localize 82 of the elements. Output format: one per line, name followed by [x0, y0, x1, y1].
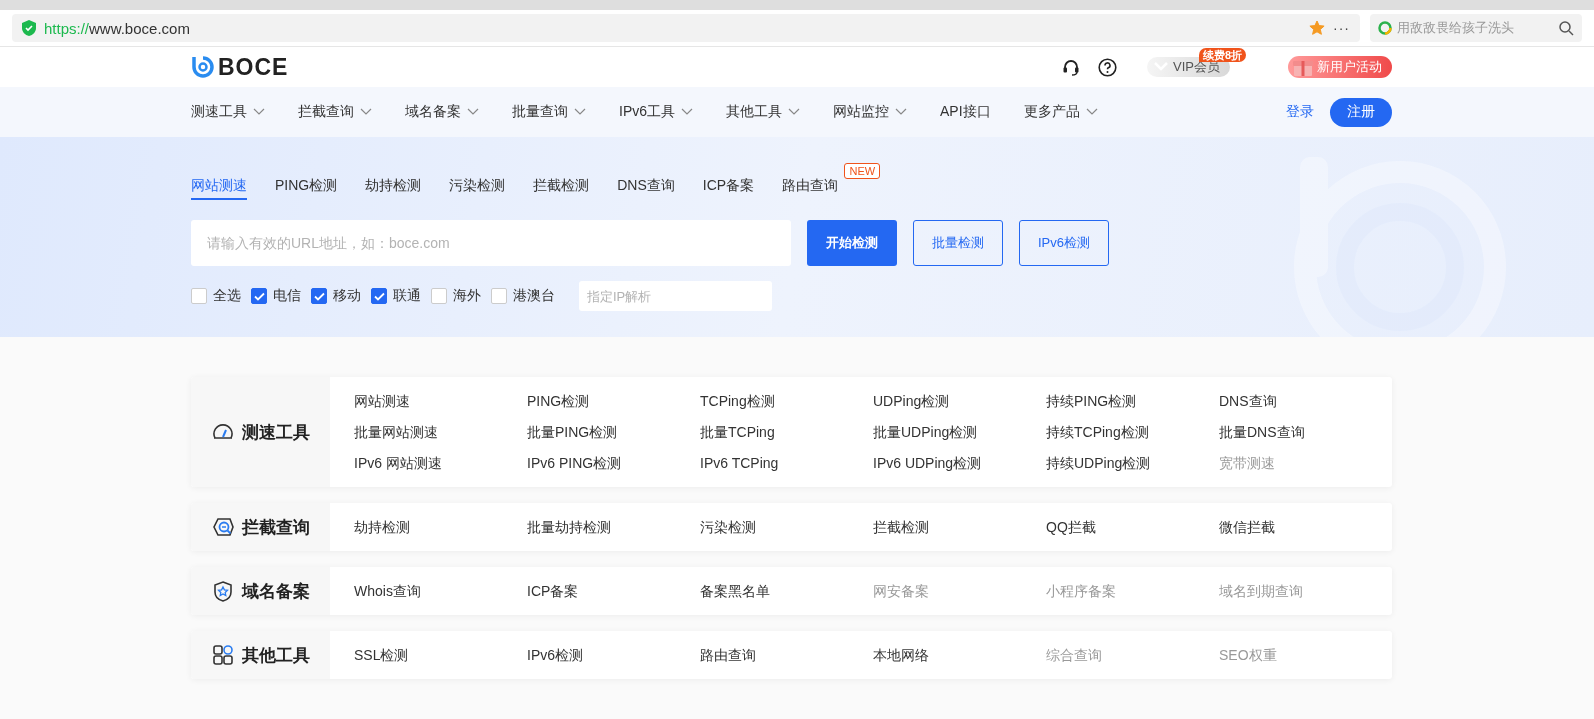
shield-icon [22, 20, 36, 36]
tool-link[interactable]: PING检测 [527, 392, 700, 410]
more-button[interactable]: ··· [1333, 20, 1350, 36]
search-tab[interactable]: 拦截检测 [533, 177, 590, 200]
login-link[interactable]: 登录 [1286, 103, 1314, 121]
url-text: https://www.boce.com [44, 19, 190, 37]
tool-link[interactable]: IPv6 网站测速 [354, 454, 527, 472]
help-icon[interactable] [1098, 57, 1118, 77]
headset-icon[interactable] [1062, 58, 1081, 76]
tool-link[interactable]: 劫持检测 [354, 518, 527, 536]
nav-menu-item[interactable]: 拦截查询 [298, 103, 372, 121]
nav-menu-item[interactable]: IPv6工具 [619, 103, 693, 121]
category-title: 域名备案 [241, 580, 310, 603]
check-button[interactable]: IPv6检测 [1019, 220, 1109, 266]
tool-link[interactable]: SSL检测 [354, 646, 527, 664]
tool-link[interactable]: 批量DNS查询 [1219, 423, 1392, 441]
category-title: 测速工具 [241, 421, 310, 444]
checkbox-label: 港澳台 [513, 287, 555, 305]
tool-link[interactable]: 批量UDPing检测 [873, 423, 1046, 441]
tool-link[interactable]: 持续TCPing检测 [1046, 423, 1219, 441]
ip-input-field[interactable]: 指定IP解析 [579, 281, 772, 311]
search-icon[interactable] [1559, 20, 1574, 36]
tool-link[interactable]: TCPing检测 [700, 392, 873, 410]
tool-link[interactable]: IPv6 UDPing检测 [873, 454, 1046, 472]
nav-menu-item[interactable]: 更多产品 [1023, 103, 1098, 121]
category-title: 拦截查询 [241, 516, 310, 539]
search-tab[interactable]: 污染检测 [449, 177, 506, 200]
tool-link[interactable]: 污染检测 [700, 518, 873, 536]
star-icon[interactable] [1309, 20, 1325, 36]
check-button[interactable]: 批量检测 [913, 220, 1003, 266]
search-tab[interactable]: ICP备案 [702, 177, 755, 200]
circle-logo-icon [1378, 21, 1392, 35]
logo-icon[interactable] [191, 55, 215, 79]
tool-link[interactable]: 本地网络 [873, 646, 1046, 664]
url-input-field[interactable]: 请输入有效的URL地址，如：boce.com [191, 220, 791, 266]
checkbox[interactable] [371, 288, 387, 304]
checkbox-label: 电信 [273, 287, 301, 305]
shield-icon [211, 580, 234, 602]
nav-menu-item[interactable]: 测速工具 [191, 103, 265, 121]
tool-link[interactable]: Whois查询 [354, 582, 527, 600]
nav-menu-item[interactable]: 批量查询 [512, 103, 586, 121]
nav-menu-item[interactable]: 域名备案 [405, 103, 479, 121]
tool-link[interactable]: 拦截检测 [873, 518, 1046, 536]
tool-link[interactable]: 路由查询 [700, 646, 873, 664]
new-badge: NEW [844, 163, 881, 179]
nav-menu-item[interactable]: 网站监控 [833, 103, 907, 121]
tool-link[interactable]: QQ拦截 [1046, 518, 1219, 536]
category-title: 其他工具 [241, 644, 310, 667]
search-tab[interactable]: PING检测 [275, 177, 338, 200]
check-button[interactable]: 开始检测 [807, 220, 897, 266]
checkbox-label: 移动 [333, 287, 361, 305]
register-button[interactable]: 注册 [1330, 97, 1392, 127]
tool-link[interactable]: IPv6 TCPing [700, 454, 873, 472]
search-tab[interactable]: 劫持检测 [365, 177, 422, 200]
tool-link[interactable]: 批量TCPing [700, 423, 873, 441]
tool-link[interactable]: DNS查询 [1219, 392, 1392, 410]
tool-link[interactable]: 批量PING检测 [527, 423, 700, 441]
nav-menu-item[interactable]: API接口 [940, 103, 991, 121]
grid-icon [211, 644, 234, 666]
checkbox[interactable] [251, 288, 267, 304]
tool-link[interactable]: IPv6 PING检测 [527, 454, 700, 472]
tool-link[interactable]: 持续UDPing检测 [1046, 454, 1219, 472]
search-icon [211, 516, 234, 538]
tool-link[interactable]: ICP备案 [527, 582, 700, 600]
tool-link[interactable]: 微信拦截 [1219, 518, 1392, 536]
discount-badge: 续费8折 [1198, 48, 1246, 62]
tool-link[interactable]: 持续PING检测 [1046, 392, 1219, 410]
checkbox[interactable] [311, 288, 327, 304]
tool-link[interactable]: 批量网站测速 [354, 423, 527, 441]
tool-link[interactable]: IPv6检测 [527, 646, 700, 664]
checkbox-label: 全选 [213, 287, 241, 305]
search-tab[interactable]: 网站测速 [191, 177, 247, 200]
search-tab[interactable]: DNS查询 [617, 177, 675, 200]
tool-link[interactable]: 备案黑名单 [700, 582, 873, 600]
nav-menu-item[interactable]: 其他工具 [726, 103, 800, 121]
tool-link[interactable]: 网站测速 [354, 392, 527, 410]
tool-link[interactable]: UDPing检测 [873, 392, 1046, 410]
logo-text[interactable]: BOCE [218, 53, 289, 81]
checkbox-label: 海外 [453, 287, 481, 305]
checkbox-label: 联通 [393, 287, 421, 305]
address-bar[interactable]: https://www.boce.com ··· [12, 14, 1360, 42]
tool-link[interactable]: 批量劫持检测 [527, 518, 700, 536]
